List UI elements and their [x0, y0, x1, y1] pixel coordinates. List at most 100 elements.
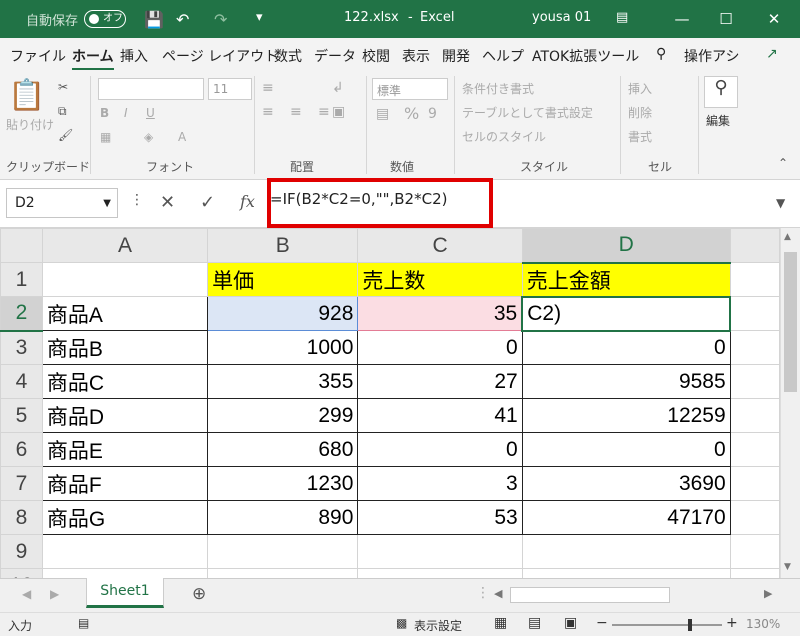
select-all-corner[interactable]: [0, 228, 43, 263]
format-as-table-button[interactable]: テーブルとして書式設定: [462, 104, 593, 121]
quick-access-menu-icon[interactable]: ▾: [256, 10, 263, 25]
cell-b3[interactable]: 1000: [207, 330, 359, 365]
cut-icon[interactable]: ✂: [58, 80, 68, 94]
vertical-scroll-thumb[interactable]: [784, 252, 797, 392]
tab-page-layout[interactable]: ページ レイアウト: [162, 46, 278, 66]
cell-a9[interactable]: [41, 534, 209, 569]
cell-a1[interactable]: [41, 262, 209, 297]
cell-d6[interactable]: 0: [521, 432, 731, 467]
expand-formula-bar-icon[interactable]: ▼: [776, 196, 785, 210]
tab-insert[interactable]: 挿入: [120, 46, 148, 66]
font-size-select[interactable]: 11: [208, 78, 252, 100]
zoom-slider[interactable]: [612, 624, 722, 626]
undo-icon[interactable]: ↶: [176, 10, 189, 29]
percent-icon[interactable]: %: [404, 104, 419, 123]
name-box[interactable]: D2 ▼: [6, 188, 118, 218]
cell-a8[interactable]: 商品G: [41, 500, 209, 535]
sheet-tab-sheet1[interactable]: Sheet1: [86, 578, 164, 608]
cell-a4[interactable]: 商品C: [41, 364, 209, 399]
cell-styles-button[interactable]: セルのスタイル: [462, 128, 546, 145]
font-color-icon[interactable]: A: [178, 130, 186, 144]
cell-d2-active[interactable]: C2): [521, 295, 732, 332]
cell-b9[interactable]: [207, 534, 359, 569]
cancel-icon[interactable]: ✕: [160, 192, 175, 213]
zoom-in-icon[interactable]: +: [726, 615, 738, 631]
fill-color-icon[interactable]: ◈: [144, 130, 153, 144]
format-cells-button[interactable]: 書式: [628, 128, 652, 145]
worksheet-grid[interactable]: A B C D 1 単価 売上数 売上金額 2 商品A 928 35 C2) 3…: [0, 228, 780, 578]
user-name[interactable]: yousa 01: [532, 10, 591, 25]
align-top-icon[interactable]: ≡: [262, 80, 274, 96]
paste-button[interactable]: 貼り付け: [6, 116, 54, 133]
cell-c1[interactable]: 売上数: [357, 262, 523, 297]
tab-help[interactable]: ヘルプ: [482, 46, 524, 66]
minimize-icon[interactable]: —: [660, 6, 704, 32]
horizontal-scroll-thumb[interactable]: [510, 587, 670, 603]
editing-button[interactable]: 編集: [706, 112, 730, 129]
cell-c6[interactable]: 0: [357, 432, 523, 467]
paste-icon[interactable]: 📋: [8, 78, 45, 113]
hscroll-left-icon[interactable]: ◀: [494, 587, 502, 600]
cell-c7[interactable]: 3: [357, 466, 523, 501]
wrap-text-icon[interactable]: ↲: [332, 80, 344, 96]
page-layout-view-icon[interactable]: ▤: [528, 615, 541, 631]
normal-view-icon[interactable]: ▦: [494, 615, 507, 631]
tab-file[interactable]: ファイル: [10, 46, 66, 66]
tab-formulas[interactable]: 数式: [274, 46, 302, 66]
tab-data[interactable]: データ: [314, 46, 356, 66]
cell-c4[interactable]: 27: [357, 364, 523, 399]
tab-home[interactable]: ホーム: [72, 46, 114, 71]
column-header-c[interactable]: C: [357, 228, 523, 263]
tab-split-handle-icon[interactable]: ⋮: [476, 585, 490, 601]
font-name-select[interactable]: [98, 78, 204, 100]
row-header[interactable]: 8: [0, 500, 43, 535]
row-header[interactable]: 4: [0, 364, 43, 399]
row-header[interactable]: 3: [0, 330, 43, 365]
display-settings-icon[interactable]: ▩: [396, 616, 407, 630]
format-painter-icon[interactable]: 🖌: [58, 128, 73, 142]
align-left-icon[interactable]: ≡: [262, 104, 274, 120]
cell-d9[interactable]: [521, 534, 731, 569]
cell-b7[interactable]: 1230: [207, 466, 359, 501]
row-header[interactable]: 9: [0, 534, 43, 569]
delete-cells-button[interactable]: 削除: [628, 104, 652, 121]
tab-atok[interactable]: ATOK拡張ツール: [532, 46, 639, 66]
cell-c3[interactable]: 0: [357, 330, 523, 365]
italic-icon[interactable]: I: [124, 106, 128, 120]
cell-b2[interactable]: 928: [207, 296, 359, 331]
scroll-down-icon[interactable]: ▼: [784, 562, 791, 572]
cell-b4[interactable]: 355: [207, 364, 359, 399]
cell-c8[interactable]: 53: [357, 500, 523, 535]
cell-d1[interactable]: 売上金額: [521, 262, 731, 297]
display-settings-button[interactable]: 表示設定: [414, 617, 462, 634]
comma-style-icon[interactable]: 9: [428, 106, 437, 122]
cell-a10[interactable]: [41, 568, 209, 578]
scroll-sheets-left-icon[interactable]: ◀: [22, 587, 31, 601]
hscroll-right-icon[interactable]: ▶: [764, 587, 772, 600]
ribbon-display-options-icon[interactable]: ▤: [616, 10, 628, 25]
cell-b8[interactable]: 890: [207, 500, 359, 535]
macro-record-icon[interactable]: ▤: [78, 616, 89, 630]
find-icon[interactable]: ⚲: [704, 76, 738, 108]
column-header-d[interactable]: D: [521, 228, 731, 264]
scroll-up-icon[interactable]: ▲: [784, 232, 791, 242]
tab-view[interactable]: 表示: [402, 46, 430, 66]
row-header[interactable]: 6: [0, 432, 43, 467]
zoom-slider-thumb[interactable]: [688, 619, 692, 631]
cell-a6[interactable]: 商品E: [41, 432, 209, 467]
align-center-icon[interactable]: ≡: [290, 104, 302, 120]
add-sheet-icon[interactable]: ⊕: [192, 584, 206, 604]
merge-center-icon[interactable]: ▣: [332, 104, 345, 120]
zoom-out-icon[interactable]: −: [596, 615, 608, 631]
cell-d8[interactable]: 47170: [521, 500, 731, 535]
search-icon[interactable]: ⚲: [656, 46, 666, 62]
column-header-a[interactable]: A: [41, 228, 209, 263]
insert-function-icon[interactable]: fx: [240, 192, 255, 211]
cell-d4[interactable]: 9585: [521, 364, 731, 399]
autosave-toggle[interactable]: オフ: [84, 10, 126, 28]
redo-icon[interactable]: ↷: [214, 10, 227, 29]
vertical-scrollbar[interactable]: ▲ ▼: [780, 228, 800, 578]
cell-b5[interactable]: 299: [207, 398, 359, 433]
cell-d10[interactable]: [521, 568, 731, 578]
scroll-sheets-right-icon[interactable]: ▶: [50, 587, 59, 601]
